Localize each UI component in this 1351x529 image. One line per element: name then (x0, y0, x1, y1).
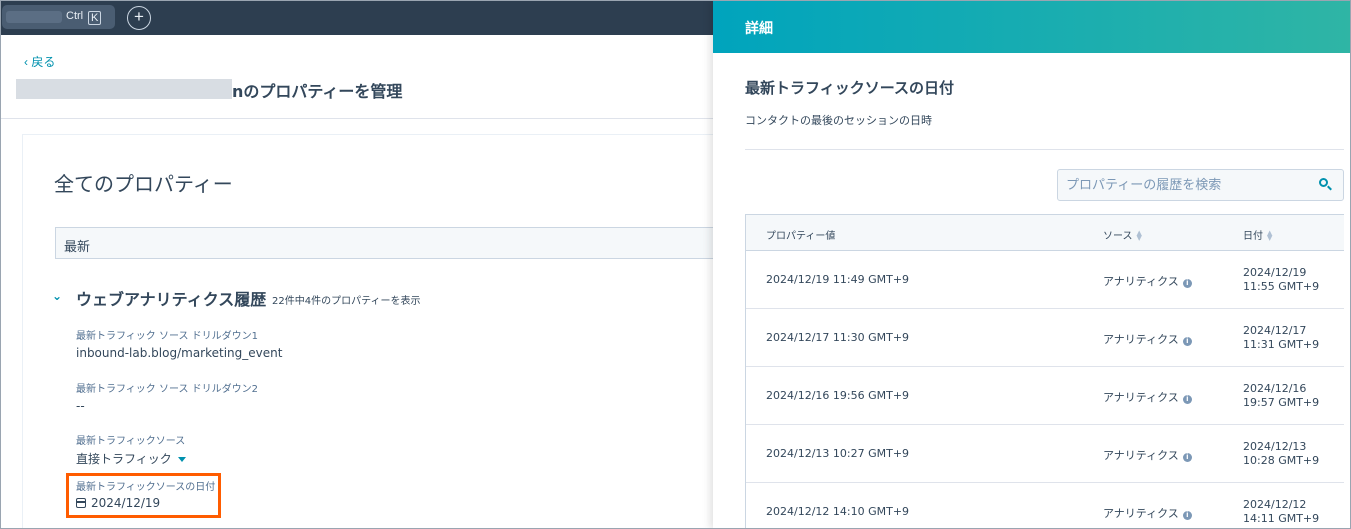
chevron-down-icon[interactable]: ⌄ (52, 289, 62, 303)
time-line: 19:57 GMT+9 (1243, 396, 1320, 409)
table-row: 2024/12/17 11:30 GMT+9 アナリティクス i 2024/12/… (746, 309, 1344, 367)
table-row: 2024/12/13 10:27 GMT+9 アナリティクス i 2024/12/… (746, 425, 1344, 483)
cell-source: アナリティクス i (1103, 505, 1192, 521)
date-line: 2024/12/19 (1243, 266, 1307, 279)
shortcut-k-label: K (88, 11, 102, 25)
history-search-input[interactable] (1066, 176, 1306, 194)
panel-divider (745, 149, 1344, 150)
column-header-date-label: 日付 (1243, 231, 1263, 242)
all-properties-heading: 全てのプロパティー (54, 172, 233, 196)
sort-icon: ▲ ▼ (1267, 229, 1273, 242)
column-header-source[interactable]: ソース ▲ ▼ (1103, 227, 1142, 243)
cell-source: アナリティクス i (1103, 389, 1192, 405)
history-table: プロパティー値 ソース ▲ ▼ 日付 ▲ ▼ 2024/12/19 11:49 GMT+… (745, 214, 1344, 529)
date-line: 2024/12/13 (1243, 440, 1307, 453)
property-value[interactable]: -- (76, 399, 85, 413)
time-line: 10:28 GMT+9 (1243, 454, 1320, 467)
global-search-button[interactable]: Ctrl K (2, 5, 115, 29)
date-line: 2024/12/12 (1243, 498, 1307, 511)
table-row: 2024/12/12 14:10 GMT+9 アナリティクス i 2024/12/… (746, 483, 1344, 529)
time-line: 11:31 GMT+9 (1243, 338, 1320, 351)
cell-source: アナリティクス i (1103, 331, 1192, 347)
search-icon[interactable] (1319, 178, 1332, 191)
date-line: 2024/12/16 (1243, 382, 1307, 395)
traffic-source-dropdown[interactable]: 直接トラフィック (76, 450, 186, 467)
cell-value: 2024/12/19 11:49 GMT+9 (766, 273, 910, 286)
panel-header-title: 詳細 (745, 21, 773, 37)
cell-source: アナリティクス i (1103, 447, 1192, 463)
source-label: アナリティクス (1103, 507, 1179, 520)
cell-date: 2024/12/17 11:31 GMT+9 (1243, 324, 1319, 352)
time-line: 14:11 GMT+9 (1243, 512, 1320, 525)
cell-value: 2024/12/12 14:10 GMT+9 (766, 505, 910, 518)
details-panel: 詳細 最新トラフィックソースの日付 コンタクトの最後のセッションの日時 プロパテ… (713, 0, 1351, 529)
add-icon[interactable]: + (127, 6, 151, 30)
history-search-box[interactable] (1057, 169, 1344, 201)
property-label: 最新トラフィック ソース ドリルダウン2 (76, 384, 259, 395)
date-line: 2024/12/17 (1243, 324, 1307, 337)
info-icon[interactable]: i (1182, 453, 1192, 462)
table-header: プロパティー値 ソース ▲ ▼ 日付 ▲ ▼ (746, 215, 1344, 251)
info-icon[interactable]: i (1182, 395, 1192, 404)
cell-date: 2024/12/16 19:57 GMT+9 (1243, 382, 1319, 410)
property-description: コンタクトの最後のセッションの日時 (745, 114, 932, 127)
table-row: 2024/12/19 11:49 GMT+9 アナリティクス i 2024/12/… (746, 251, 1344, 309)
cell-value: 2024/12/17 11:30 GMT+9 (766, 331, 910, 344)
cell-date: 2024/12/12 14:11 GMT+9 (1243, 498, 1319, 526)
cell-value: 2024/12/13 10:27 GMT+9 (766, 447, 910, 460)
source-label: アナリティクス (1103, 391, 1179, 404)
traffic-source-value: 直接トラフィック (76, 452, 172, 466)
property-history-title: 最新トラフィックソースの日付 (745, 79, 954, 97)
table-row: 2024/12/16 19:56 GMT+9 アナリティクス i 2024/12/… (746, 367, 1344, 425)
cell-date: 2024/12/13 10:28 GMT+9 (1243, 440, 1319, 468)
cell-source: アナリティクス i (1103, 273, 1192, 289)
info-icon[interactable]: i (1182, 337, 1192, 346)
column-header-date[interactable]: 日付 ▲ ▼ (1243, 227, 1273, 243)
cell-value: 2024/12/16 19:56 GMT+9 (766, 389, 910, 402)
section-count: 22件中4件のプロパティーを表示 (272, 296, 421, 307)
property-filter-input[interactable]: 最新 (55, 227, 720, 259)
column-header-source-label: ソース (1103, 231, 1133, 242)
search-redacted-text (6, 11, 62, 23)
time-line: 11:55 GMT+9 (1243, 280, 1320, 293)
sort-icon: ▲ ▼ (1136, 229, 1142, 242)
highlight-annotation (66, 473, 221, 518)
header-divider (0, 118, 713, 119)
property-label: 最新トラフィックソース (76, 436, 186, 447)
back-link[interactable]: ‹ 戻る (24, 53, 55, 70)
source-label: アナリティクス (1103, 333, 1179, 346)
property-label: 最新トラフィック ソース ドリルダウン1 (76, 331, 259, 342)
caret-down-icon (177, 457, 186, 462)
info-icon[interactable]: i (1182, 511, 1192, 520)
source-label: アナリティクス (1103, 449, 1179, 462)
section-title[interactable]: ウェブアナリティクス履歴 (76, 286, 266, 310)
column-header-value: プロパティー値 (766, 231, 836, 242)
shortcut-ctrl-label: Ctrl (66, 10, 84, 22)
redacted-contact-name (16, 79, 232, 99)
page-title: nのプロパティーを管理 (232, 82, 403, 101)
property-value[interactable]: inbound-lab.blog/marketing_event (76, 346, 282, 360)
source-label: アナリティクス (1103, 275, 1179, 288)
cell-date: 2024/12/19 11:55 GMT+9 (1243, 266, 1319, 294)
panel-header: 詳細 (713, 0, 1351, 53)
info-icon[interactable]: i (1182, 279, 1192, 288)
